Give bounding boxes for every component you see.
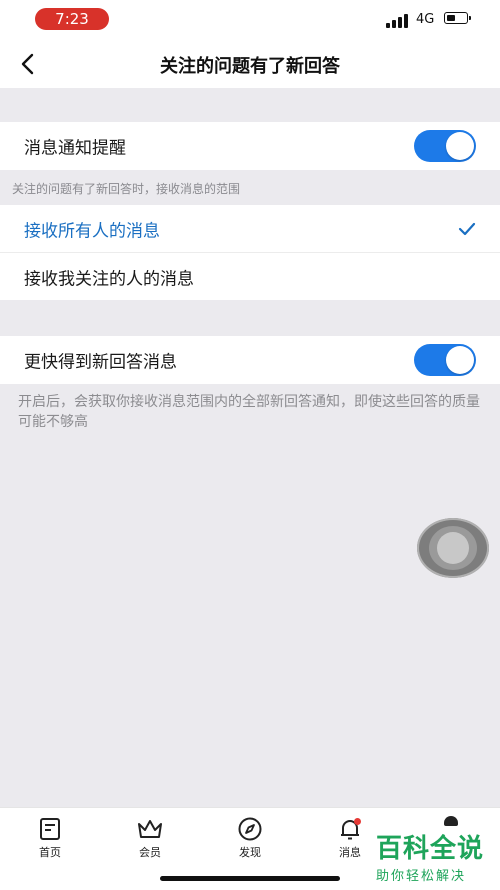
compass-icon: [238, 817, 262, 841]
checkmark-icon: [458, 222, 476, 235]
watermark-title: 百科全说: [376, 834, 485, 864]
time-display: 7:23: [35, 8, 109, 30]
nav-bar: 关注的问题有了新回答: [0, 40, 500, 88]
tab-home[interactable]: 首页: [20, 816, 80, 860]
tab-discover-label: 发现: [239, 846, 261, 859]
tab-discover[interactable]: 发现: [220, 816, 280, 860]
faster-description: 开启后，会获取你接收消息范围内的全部新回答通知，即使这些回答的质量可能不够高: [18, 394, 480, 430]
tab-messages-label: 消息: [339, 846, 361, 859]
watermark: 百科全说 助你轻松解决: [376, 828, 484, 884]
tab-vip-label: 会员: [139, 846, 161, 859]
toggle-knob: [446, 346, 474, 374]
avatar[interactable]: [444, 816, 458, 826]
tab-vip[interactable]: 会员: [120, 816, 180, 860]
option-followed-users-label: 接收我关注的人的消息: [24, 269, 194, 289]
watermark-subtitle: 助你轻松解决: [376, 869, 467, 884]
crown-icon: [138, 820, 162, 838]
notify-toggle[interactable]: [414, 130, 476, 162]
option-all-users-label: 接收所有人的消息: [24, 221, 160, 241]
notify-setting-row: 消息通知提醒: [0, 122, 500, 170]
assistive-touch-button[interactable]: [417, 518, 489, 578]
faster-setting-row: 更快得到新回答消息: [0, 336, 500, 384]
page-title: 关注的问题有了新回答: [160, 56, 340, 77]
unread-badge: [354, 818, 361, 825]
option-followed-users[interactable]: 接收我关注的人的消息: [0, 253, 500, 300]
tab-messages[interactable]: 消息: [320, 816, 380, 860]
faster-toggle[interactable]: [414, 344, 476, 376]
faster-setting-label: 更快得到新回答消息: [24, 352, 177, 373]
range-note: 关注的问题有了新回答时，接收消息的范围: [12, 182, 241, 196]
status-bar: 7:23 4G: [0, 0, 500, 40]
notify-setting-label: 消息通知提醒: [24, 138, 126, 159]
option-all-users[interactable]: 接收所有人的消息: [0, 205, 500, 252]
home-icon: [40, 818, 60, 840]
tab-home-label: 首页: [39, 846, 61, 859]
battery-icon: [444, 12, 471, 24]
home-indicator: [160, 876, 340, 881]
network-type: 4G: [416, 12, 435, 27]
signal-icon: [386, 14, 410, 28]
toggle-knob: [446, 132, 474, 160]
